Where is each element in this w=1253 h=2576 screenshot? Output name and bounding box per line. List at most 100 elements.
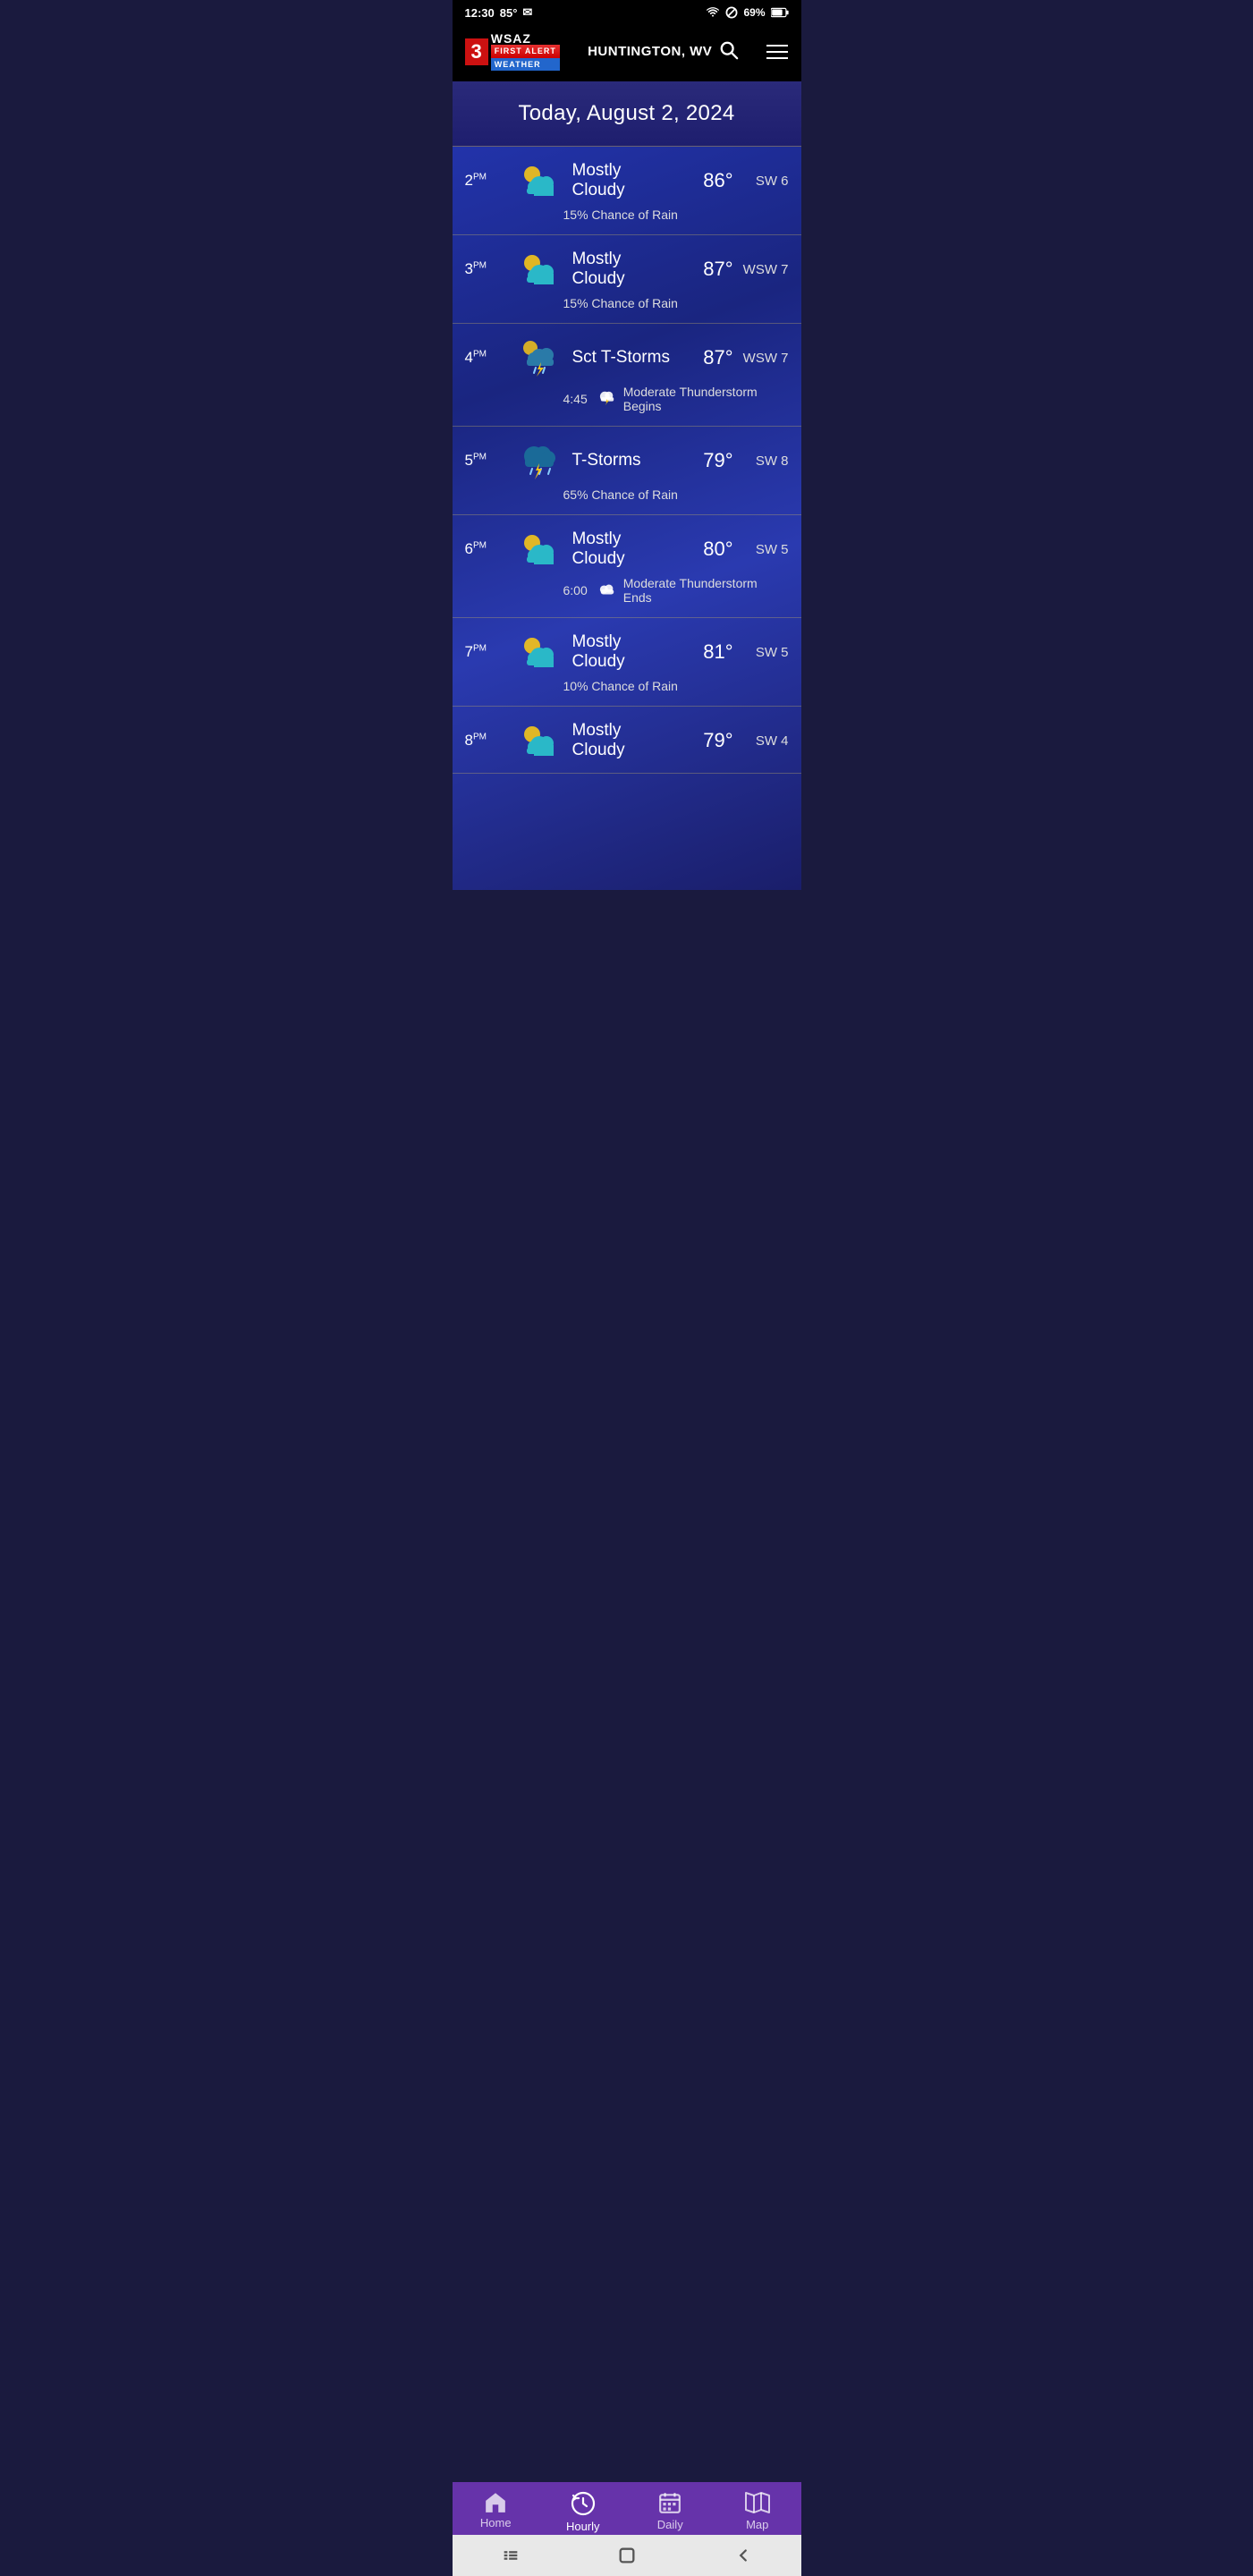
logo-wsaz: WSAZ (491, 32, 560, 45)
logo-text: WSAZ FIRST ALERT WEATHER (491, 32, 560, 71)
hour-label: 2PM (465, 172, 504, 190)
wifi-icon (706, 7, 720, 18)
weather-icon-sct-tstorms (513, 338, 563, 377)
wind-speed: SW 5 (742, 645, 789, 660)
home-icon (484, 2491, 507, 2512)
system-navigation (453, 2535, 801, 2576)
location-display: HUNTINGTON, WV (588, 40, 739, 64)
logo-first-alert: FIRST ALERT (491, 45, 560, 58)
sub-text: Moderate Thunderstorm Begins (623, 385, 789, 413)
weather-description: Mostly Cloudy (572, 632, 675, 672)
hour-label: 3PM (465, 260, 504, 278)
status-time: 12:30 (465, 6, 495, 20)
weather-sub-info: 15% Chance of Rain (563, 296, 789, 310)
temperature: 87° (684, 346, 733, 369)
temperature: 81° (684, 640, 733, 664)
temperature: 87° (684, 258, 733, 281)
sub-text: 15% Chance of Rain (563, 208, 678, 222)
hour-label: 7PM (465, 643, 504, 661)
weather-row[interactable]: 3PM Mostly Cloudy 87° WSW 7 15% Chance o… (453, 235, 801, 324)
sub-text: Moderate Thunderstorm Ends (623, 576, 789, 605)
hour-label: 4PM (465, 349, 504, 367)
search-button[interactable] (719, 40, 739, 64)
weather-icon-mostly-cloudy-day (513, 250, 563, 289)
weather-icon-mostly-cloudy-day (513, 632, 563, 672)
weather-row[interactable]: 2PM Mostly Cloudy 86° SW 6 15% Chance of… (453, 147, 801, 235)
wind-speed: SW 5 (742, 542, 789, 557)
weather-description: Mostly Cloudy (572, 161, 675, 200)
status-right: 69% (706, 6, 788, 19)
weather-sub-info: 4:45 Moderate Thunderstorm Begins (563, 385, 789, 413)
calendar-icon (658, 2491, 682, 2514)
weather-sub-info: 15% Chance of Rain (563, 208, 789, 222)
weather-row[interactable]: 4PM Sct T-Storms 87° WSW 7 4:45 (453, 324, 801, 427)
sub-text: 65% Chance of Rain (563, 487, 678, 502)
sub-icon (598, 582, 616, 599)
logo-number: 3 (465, 38, 488, 65)
temperature: 79° (684, 449, 733, 472)
weather-description: Mostly Cloudy (572, 530, 675, 569)
weather-icon-mostly-cloudy-day (513, 161, 563, 200)
temperature: 80° (684, 538, 733, 561)
weather-description: Mostly Cloudy (572, 721, 675, 760)
app-logo: 3 WSAZ FIRST ALERT WEATHER (465, 32, 560, 71)
weather-row-main: 4PM Sct T-Storms 87° WSW 7 (465, 338, 789, 377)
weather-rows-container: 2PM Mostly Cloudy 86° SW 6 15% Chance of… (453, 147, 801, 774)
sub-text: 15% Chance of Rain (563, 296, 678, 310)
event-time: 6:00 (563, 583, 588, 597)
date-banner: Today, August 2, 2024 (453, 81, 801, 147)
nav-daily-label: Daily (657, 2518, 683, 2531)
nav-home[interactable]: Home (464, 2491, 527, 2533)
status-notification-icon: ✉ (522, 5, 532, 20)
nav-map[interactable]: Map (726, 2491, 789, 2533)
event-time: 4:45 (563, 392, 588, 406)
weather-row-main: 6PM Mostly Cloudy 80° SW 5 (465, 530, 789, 569)
hour-label: 8PM (465, 732, 504, 750)
weather-row-main: 8PM Mostly Cloudy 79° SW 4 (465, 721, 789, 760)
weather-row[interactable]: 5PM T-Storms 79° SW 8 65% Chance of Ra (453, 427, 801, 515)
temperature: 79° (684, 729, 733, 752)
hour-label: 5PM (465, 452, 504, 470)
menu-line-3 (766, 57, 788, 59)
weather-sub-info: 65% Chance of Rain (563, 487, 789, 502)
menu-line-2 (766, 51, 788, 53)
nav-hourly-label: Hourly (566, 2520, 600, 2533)
nav-map-label: Map (746, 2518, 768, 2531)
wind-speed: SW 6 (742, 174, 789, 189)
app-header: 3 WSAZ FIRST ALERT WEATHER HUNTINGTON, W… (453, 25, 801, 81)
weather-row-main: 2PM Mostly Cloudy 86° SW 6 (465, 161, 789, 200)
nav-hourly[interactable]: Hourly (552, 2491, 614, 2533)
no-icon (725, 6, 738, 19)
date-text: Today, August 2, 2024 (518, 101, 734, 125)
battery-icon (771, 7, 789, 18)
home-system-icon[interactable] (617, 2546, 637, 2565)
wind-speed: SW 8 (742, 453, 789, 469)
bottom-navigation: Home Hourly Daily Map (453, 2482, 801, 2540)
nav-daily[interactable]: Daily (639, 2491, 701, 2533)
wind-speed: WSW 7 (742, 262, 789, 277)
weather-description: Mostly Cloudy (572, 250, 675, 289)
weather-sub-info: 10% Chance of Rain (563, 679, 789, 693)
search-icon (719, 40, 739, 60)
temperature: 86° (684, 169, 733, 192)
menu-button[interactable] (766, 45, 788, 59)
status-left: 12:30 85° ✉ (465, 5, 533, 20)
recents-icon[interactable] (501, 2546, 521, 2565)
weather-row-main: 3PM Mostly Cloudy 87° WSW 7 (465, 250, 789, 289)
weather-row-main: 5PM T-Storms 79° SW 8 (465, 441, 789, 480)
weather-row[interactable]: 8PM Mostly Cloudy 79° SW 4 (453, 707, 801, 774)
map-icon (745, 2491, 770, 2514)
back-clock-icon (571, 2491, 596, 2516)
weather-description: Sct T-Storms (572, 348, 675, 368)
nav-home-label: Home (480, 2516, 512, 2529)
weather-sub-info: 6:00 Moderate Thunderstorm Ends (563, 576, 789, 605)
status-temp: 85° (500, 6, 518, 20)
weather-icon-tstorms (513, 441, 563, 480)
weather-row[interactable]: 7PM Mostly Cloudy 81° SW 5 10% Chance of… (453, 618, 801, 707)
sub-text: 10% Chance of Rain (563, 679, 678, 693)
weather-description: T-Storms (572, 451, 675, 470)
back-system-icon[interactable] (733, 2546, 753, 2565)
wind-speed: WSW 7 (742, 351, 789, 366)
weather-row[interactable]: 6PM Mostly Cloudy 80° SW 5 6:00 Mo (453, 515, 801, 618)
weather-icon-mostly-cloudy-day (513, 721, 563, 760)
